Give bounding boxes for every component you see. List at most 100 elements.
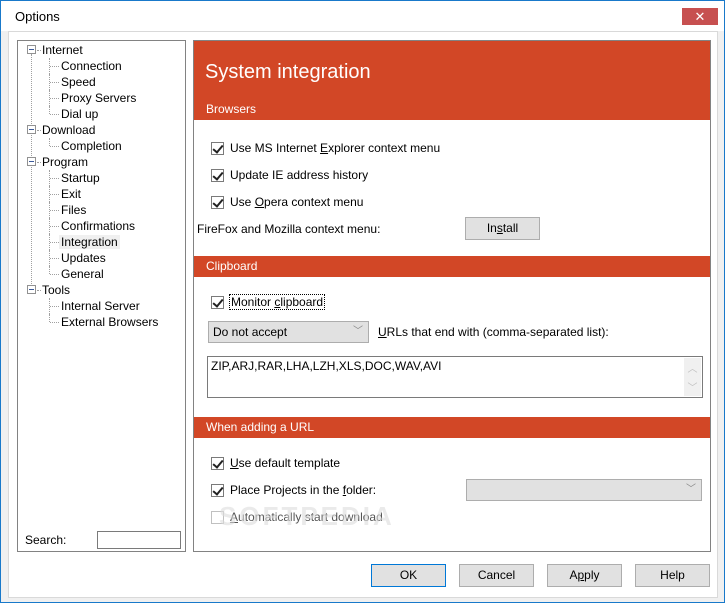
ie-context-menu-label: Use MS Internet Explorer context menu xyxy=(230,141,441,155)
checkbox-box[interactable] xyxy=(211,456,224,470)
tree-item-label: General xyxy=(61,267,104,281)
tree-branch-line xyxy=(49,314,50,322)
tree-item-completion[interactable]: Completion xyxy=(59,138,124,154)
close-button[interactable]: ✕ xyxy=(682,8,718,25)
options-window: Options ✕ Internet Connection Speed Proxy S… xyxy=(0,0,725,603)
checkbox-box[interactable] xyxy=(211,295,224,309)
auto-start-label: Automatically start download xyxy=(230,510,383,524)
collapse-icon[interactable] xyxy=(27,45,36,54)
checkbox-box[interactable] xyxy=(211,168,224,182)
section-header-adding-url: When adding a URL xyxy=(194,417,710,438)
tree-item-label: External Browsers xyxy=(61,315,159,329)
tree-item-label: Program xyxy=(42,155,89,169)
collapse-icon[interactable] xyxy=(27,285,36,294)
help-button[interactable]: Help xyxy=(635,564,710,587)
section-header-browsers: Browsers xyxy=(194,99,710,120)
monitor-clipboard-label: Monitor clipboard xyxy=(228,294,326,310)
window-title: Options xyxy=(15,9,60,24)
tree-item-label: Tools xyxy=(42,283,71,297)
tree-root-line xyxy=(31,54,32,286)
place-projects-checkbox[interactable]: Place Projects in the folder: xyxy=(211,482,376,498)
tree-item-files[interactable]: Files xyxy=(59,202,88,218)
collapse-icon[interactable] xyxy=(27,157,36,166)
tree-item-startup[interactable]: Startup xyxy=(59,170,102,186)
tree-item-internet[interactable]: Internet xyxy=(40,42,85,58)
tree-item-speed[interactable]: Speed xyxy=(59,74,98,90)
ok-button[interactable]: OK xyxy=(371,564,446,587)
tree-item-label: Exit xyxy=(61,187,82,201)
tree-connector xyxy=(50,322,59,323)
project-folder-select[interactable]: ﹀ xyxy=(466,479,702,501)
checkbox-box[interactable] xyxy=(211,195,224,209)
tree-item-label: Connection xyxy=(61,59,122,73)
extensions-textarea[interactable]: ZIP,ARJ,RAR,LHA,LZH,XLS,DOC,WAV,AVI ︿ ﹀ xyxy=(207,356,703,398)
tree-item-integration[interactable]: Integration xyxy=(59,234,120,250)
firefox-label: FireFox and Mozilla context menu: xyxy=(197,222,381,236)
tree-connector xyxy=(50,306,59,307)
tree-item-external-browsers[interactable]: External Browsers xyxy=(59,314,160,330)
opera-context-menu-label: Use Opera context menu xyxy=(230,195,364,209)
tree-connector xyxy=(50,146,59,147)
search-input[interactable] xyxy=(97,531,181,549)
tree-item-exit[interactable]: Exit xyxy=(59,186,83,202)
apply-button[interactable]: Apply xyxy=(547,564,622,587)
tree-item-label: Confirmations xyxy=(61,219,136,233)
tree-item-dial-up[interactable]: Dial up xyxy=(59,106,100,122)
tree-item-general[interactable]: General xyxy=(59,266,106,282)
tree-item-label: Internal Server xyxy=(61,299,140,313)
tree-item-label: Internet xyxy=(42,43,83,57)
tree-item-connection[interactable]: Connection xyxy=(59,58,124,74)
tree-connector xyxy=(50,258,59,259)
tree-branch-line xyxy=(49,106,50,114)
tree-item-download[interactable]: Download xyxy=(40,122,97,138)
tree-item-confirmations[interactable]: Confirmations xyxy=(59,218,137,234)
tree-item-label: Speed xyxy=(61,75,96,89)
tree-connector xyxy=(50,210,59,211)
install-button[interactable]: Install xyxy=(465,217,540,240)
tree-connector xyxy=(50,226,59,227)
tree-item-label: Download xyxy=(42,123,96,137)
tree-item-label: Integration xyxy=(59,235,120,249)
ie-history-label: Update IE address history xyxy=(230,168,369,182)
options-tree[interactable]: Internet Connection Speed Proxy Servers Dial… xyxy=(17,40,186,552)
cancel-button[interactable]: Cancel xyxy=(459,564,534,587)
panel-title: System integration xyxy=(194,41,710,99)
checkbox-box[interactable] xyxy=(211,141,224,155)
tree-branch-line xyxy=(49,138,50,146)
default-template-checkbox[interactable]: Use default template xyxy=(211,455,340,471)
tree-item-label: Files xyxy=(61,203,87,217)
collapse-icon[interactable] xyxy=(27,125,36,134)
chevron-down-icon: ﹀ xyxy=(353,326,363,337)
urls-label: URLs that end with (comma-separated list… xyxy=(378,325,609,339)
ie-context-menu-checkbox[interactable]: Use MS Internet Explorer context menu xyxy=(211,140,440,156)
extensions-value: ZIP,ARJ,RAR,LHA,LZH,XLS,DOC,WAV,AVI xyxy=(211,359,442,373)
tree-item-proxy-servers[interactable]: Proxy Servers xyxy=(59,90,138,106)
tree-item-label: Proxy Servers xyxy=(61,91,137,105)
ie-history-checkbox[interactable]: Update IE address history xyxy=(211,167,368,183)
scroll-up-icon[interactable]: ︿ xyxy=(684,360,701,375)
tree-connector xyxy=(50,66,59,67)
tree-connector xyxy=(50,274,59,275)
accept-mode-select[interactable]: Do not accept ﹀ xyxy=(208,321,369,343)
checkbox-box[interactable] xyxy=(211,510,224,524)
tree-connector xyxy=(50,194,59,195)
tree-branch-line xyxy=(49,266,50,274)
tree-item-internal-server[interactable]: Internal Server xyxy=(59,298,142,314)
tree-item-program[interactable]: Program xyxy=(40,154,90,170)
chevron-down-icon: ﹀ xyxy=(686,484,696,495)
scroll-down-icon[interactable]: ﹀ xyxy=(684,379,701,394)
settings-panel: System integration Browsers Use MS Inter… xyxy=(193,40,711,552)
tree-connector xyxy=(50,114,59,115)
tree-item-tools[interactable]: Tools xyxy=(40,282,72,298)
tree-connector xyxy=(50,242,59,243)
default-template-label: Use default template xyxy=(230,456,341,470)
opera-context-menu-checkbox[interactable]: Use Opera context menu xyxy=(211,194,363,210)
auto-start-checkbox[interactable]: Automatically start download xyxy=(211,509,383,525)
tree-item-updates[interactable]: Updates xyxy=(59,250,108,266)
tree-item-label: Updates xyxy=(61,251,106,265)
checkbox-box[interactable] xyxy=(211,483,224,497)
tree-item-label: Startup xyxy=(61,171,100,185)
monitor-clipboard-checkbox[interactable]: Monitor clipboard xyxy=(211,294,326,310)
textarea-scrollbar[interactable]: ︿ ﹀ xyxy=(684,358,701,396)
search-label: Search: xyxy=(25,533,67,547)
